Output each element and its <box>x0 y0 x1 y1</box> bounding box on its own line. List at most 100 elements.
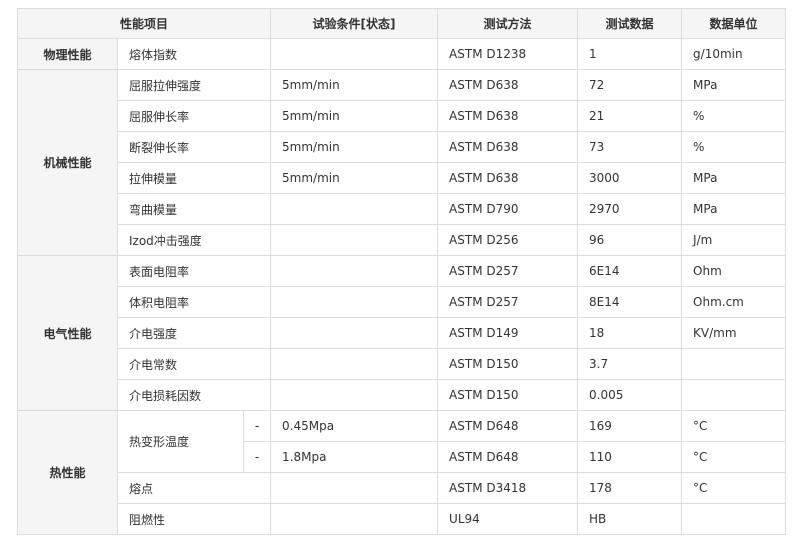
table-row: 电气性能 表面电阻率 ASTM D257 6E14 Ohm <box>17 255 787 411</box>
sub-condition-marker: - <box>242 410 272 442</box>
condition-cell: 5mm/min <box>270 162 439 194</box>
condition-cell: 0.45Mpa <box>270 410 439 442</box>
unit-cell <box>681 348 787 380</box>
method-cell: ASTM D638 <box>437 100 579 132</box>
unit-cell: Ohm.cm <box>681 286 787 318</box>
value-cell: 178 <box>577 472 683 504</box>
table-row: 熔点 ASTM D3418 178 °C <box>18 472 787 504</box>
method-cell: ASTM D149 <box>437 317 579 349</box>
unit-cell: MPa <box>681 193 787 225</box>
condition-cell <box>270 224 439 256</box>
method-cell: ASTM D256 <box>437 224 579 256</box>
table-row: 机械性能 屈服拉伸强度 5mm/min ASTM D638 72 MPa <box>17 69 787 256</box>
unit-cell <box>681 379 787 411</box>
header-data: 测试数据 <box>577 8 683 39</box>
unit-cell <box>681 503 787 535</box>
condition-cell: 5mm/min <box>270 100 439 132</box>
table-row: 阻燃性 UL94 HB <box>18 503 787 535</box>
unit-cell: % <box>681 131 787 163</box>
unit-cell: °C <box>681 441 787 473</box>
table-row: 热性能 热变形温度 - 0.45Mpa ASTM D648 169 °C <box>17 410 787 535</box>
table-row: 弯曲模量 ASTM D790 2970 MPa <box>18 193 787 225</box>
condition-cell: 1.8Mpa <box>270 441 439 473</box>
method-cell: ASTM D648 <box>437 410 579 442</box>
sub-condition-marker: - <box>242 441 272 473</box>
unit-cell: KV/mm <box>681 317 787 349</box>
item-cell: 介电常数 <box>116 348 272 380</box>
unit-cell: MPa <box>681 162 787 194</box>
condition-cell <box>270 472 439 504</box>
item-cell: 屈服拉伸强度 <box>116 69 272 101</box>
table-row: 体积电阻率 ASTM D257 8E14 Ohm.cm <box>18 286 787 318</box>
method-cell: ASTM D1238 <box>437 38 579 70</box>
item-cell: 断裂伸长率 <box>116 131 272 163</box>
item-cell: 弯曲模量 <box>116 193 272 225</box>
table-row: 断裂伸长率 5mm/min ASTM D638 73 % <box>18 131 787 163</box>
method-cell: ASTM D257 <box>437 286 579 318</box>
value-cell: 2970 <box>577 193 683 225</box>
header-method: 测试方法 <box>437 8 579 39</box>
unit-cell: % <box>681 100 787 132</box>
condition-cell <box>270 286 439 318</box>
table-row: Izod冲击强度 ASTM D256 96 J/m <box>18 224 787 256</box>
item-cell: 表面电阻率 <box>116 255 272 287</box>
value-cell: 72 <box>577 69 683 101</box>
value-cell: 169 <box>577 410 683 442</box>
item-cell: 介电损耗因数 <box>116 379 272 411</box>
table-row: 介电损耗因数 ASTM D150 0.005 <box>18 379 787 411</box>
unit-cell: °C <box>681 410 787 442</box>
condition-cell <box>270 348 439 380</box>
item-cell: 熔点 <box>116 472 272 504</box>
method-cell: ASTM D638 <box>437 162 579 194</box>
value-cell: 110 <box>577 441 683 473</box>
method-cell: ASTM D150 <box>437 348 579 380</box>
item-cell: 体积电阻率 <box>116 286 272 318</box>
value-cell: 0.005 <box>577 379 683 411</box>
method-cell: ASTM D790 <box>437 193 579 225</box>
value-cell: 1 <box>577 38 683 70</box>
method-cell: ASTM D648 <box>437 441 579 473</box>
method-cell: ASTM D150 <box>437 379 579 411</box>
value-cell: 6E14 <box>577 255 683 287</box>
value-cell: 3000 <box>577 162 683 194</box>
table-row: 屈服伸长率 5mm/min ASTM D638 21 % <box>18 100 787 132</box>
table-row: 介电强度 ASTM D149 18 KV/mm <box>18 317 787 349</box>
unit-cell: J/m <box>681 224 787 256</box>
condition-cell <box>270 379 439 411</box>
value-cell: 8E14 <box>577 286 683 318</box>
table-row: 拉伸模量 5mm/min ASTM D638 3000 MPa <box>18 162 787 194</box>
table-row: 物理性能 熔体指数 ASTM D1238 1 g/10min <box>17 38 787 70</box>
method-cell: ASTM D3418 <box>437 472 579 504</box>
value-cell: 18 <box>577 317 683 349</box>
method-cell: ASTM D257 <box>437 255 579 287</box>
value-cell: 3.7 <box>577 348 683 380</box>
header-condition: 试验条件[状态] <box>270 8 439 39</box>
value-cell: 21 <box>577 100 683 132</box>
item-cell: 介电强度 <box>116 317 272 349</box>
method-cell: ASTM D638 <box>437 131 579 163</box>
value-cell: HB <box>577 503 683 535</box>
table-row: 介电常数 ASTM D150 3.7 <box>18 348 787 380</box>
table-header-row: 性能项目 试验条件[状态] 测试方法 测试数据 数据单位 <box>16 8 787 39</box>
unit-cell: Ohm <box>681 255 787 287</box>
condition-cell <box>270 38 439 70</box>
condition-cell: 5mm/min <box>270 69 439 101</box>
condition-cell <box>270 193 439 225</box>
category-mechanical: 机械性能 <box>17 69 118 256</box>
method-cell: UL94 <box>437 503 579 535</box>
header-unit: 数据单位 <box>681 8 787 39</box>
item-cell: 熔体指数 <box>116 38 272 70</box>
condition-cell <box>270 255 439 287</box>
category-physical: 物理性能 <box>17 38 118 70</box>
value-cell: 96 <box>577 224 683 256</box>
value-cell: 73 <box>577 131 683 163</box>
header-property: 性能项目 <box>16 8 272 39</box>
category-electrical: 电气性能 <box>17 255 118 411</box>
condition-cell <box>270 317 439 349</box>
item-cell: 热变形温度 <box>117 410 244 473</box>
unit-cell: MPa <box>681 69 787 101</box>
properties-table: 性能项目 试验条件[状态] 测试方法 测试数据 数据单位 物理性能 熔体指数 A… <box>16 8 787 535</box>
condition-cell <box>270 503 439 535</box>
item-cell: 阻燃性 <box>116 503 272 535</box>
item-cell: 屈服伸长率 <box>116 100 272 132</box>
